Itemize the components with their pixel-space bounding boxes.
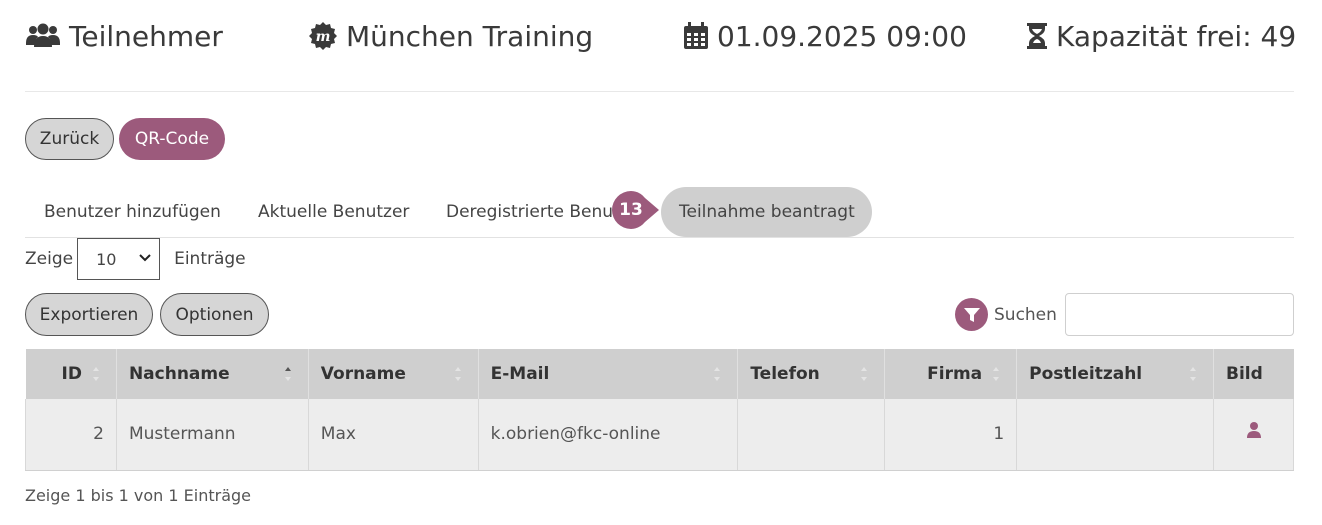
cell-lastname: Mustermann xyxy=(116,399,309,471)
sort-icon xyxy=(714,367,721,381)
event-datetime-label: 01.09.2025 09:00 xyxy=(717,19,967,53)
event-datetime: 01.09.2025 09:00 xyxy=(683,14,967,58)
person-icon[interactable] xyxy=(1246,421,1262,439)
cell-zip xyxy=(1016,399,1214,471)
capacity-label: Kapazität frei: 49 xyxy=(1056,19,1297,53)
event-name: m München Training xyxy=(308,14,593,58)
cell-image xyxy=(1213,399,1294,471)
filter-button[interactable] xyxy=(955,298,988,331)
page-header: Teilnehmer m München Training 01.09.2025… xyxy=(25,14,1296,58)
step-badge-number: 13 xyxy=(619,200,643,220)
sort-icon xyxy=(993,367,1000,381)
hourglass-icon xyxy=(1027,23,1047,49)
qr-code-button[interactable]: QR-Code xyxy=(119,118,225,160)
column-header-company[interactable]: Firma xyxy=(884,349,1018,399)
page-length-value: 10 xyxy=(96,249,117,269)
users-icon xyxy=(26,23,60,47)
column-header-id[interactable]: ID xyxy=(25,349,117,399)
tab-participation-requested[interactable]: Teilnahme beantragt xyxy=(661,187,872,237)
participants-table: ID Nachname Vorname E-Mail Telefon Firma xyxy=(25,349,1294,471)
page-length-select[interactable]: 10 xyxy=(77,238,161,280)
table-row[interactable]: 2 Mustermann Max k.obrien@fkc-online 1 xyxy=(25,399,1294,471)
column-header-zip[interactable]: Postleitzahl xyxy=(1016,349,1214,399)
cell-phone xyxy=(737,399,886,471)
column-header-phone[interactable]: Telefon xyxy=(737,349,886,399)
tab-current-users[interactable]: Aktuelle Benutzer xyxy=(258,187,409,237)
cell-email: k.obrien@fkc-online xyxy=(478,399,739,471)
column-header-lastname[interactable]: Nachname xyxy=(116,349,309,399)
column-header-email[interactable]: E-Mail xyxy=(478,349,739,399)
header-divider xyxy=(25,91,1294,92)
capacity-info: Kapazität frei: 49 xyxy=(1026,14,1296,58)
column-header-firstname[interactable]: Vorname xyxy=(308,349,479,399)
sort-icon xyxy=(1190,367,1196,381)
back-button[interactable]: Zurück xyxy=(25,118,114,160)
table-info: Zeige 1 bis 1 von 1 Einträge xyxy=(25,486,251,505)
participants-title: Teilnehmer xyxy=(25,14,223,58)
length-suffix: Einträge xyxy=(174,249,246,269)
sort-asc-icon xyxy=(284,367,291,381)
length-prefix: Zeige xyxy=(25,249,74,269)
cell-firstname: Max xyxy=(308,399,479,471)
cell-company: 1 xyxy=(884,399,1018,471)
svg-text:m: m xyxy=(316,29,331,45)
meetup-logo-icon: m xyxy=(309,22,337,50)
column-header-image: Bild xyxy=(1213,349,1294,399)
event-name-label: München Training xyxy=(346,19,594,53)
filter-icon xyxy=(963,307,980,322)
participants-label: Teilnehmer xyxy=(69,19,223,53)
table-header-row: ID Nachname Vorname E-Mail Telefon Firma xyxy=(25,349,1294,399)
sort-icon xyxy=(861,367,868,381)
search-input[interactable] xyxy=(1065,293,1294,336)
page-length-control: Zeige 10 Einträge xyxy=(25,238,246,280)
chevron-down-icon xyxy=(139,254,151,262)
options-button[interactable]: Optionen xyxy=(160,293,269,336)
calendar-icon xyxy=(684,22,708,49)
cell-id: 2 xyxy=(25,399,117,471)
sort-icon xyxy=(454,367,461,381)
search-label: Suchen xyxy=(994,305,1057,325)
sort-icon xyxy=(92,367,99,381)
tab-deregistered-users[interactable]: Deregistrierte Benut xyxy=(446,187,620,237)
export-button[interactable]: Exportieren xyxy=(25,293,153,336)
tab-add-users[interactable]: Benutzer hinzufügen xyxy=(44,187,221,237)
